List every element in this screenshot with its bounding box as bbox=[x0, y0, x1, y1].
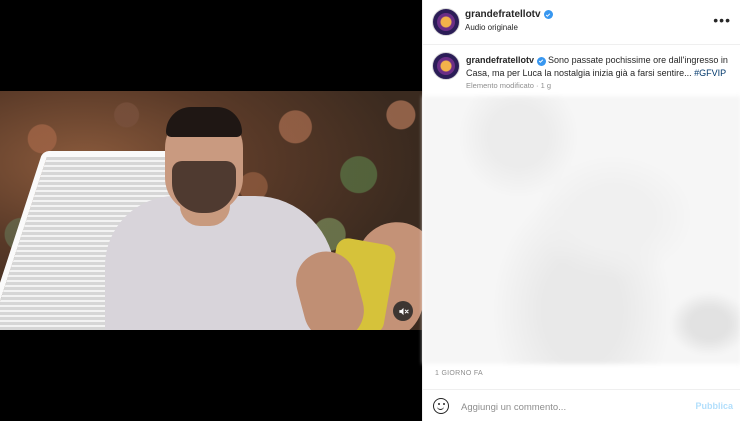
post-side-panel: grandefratellotv Audio originale ••• gra… bbox=[422, 0, 740, 421]
hashtag-link[interactable]: #GFVIP bbox=[694, 68, 726, 78]
publish-button[interactable]: Pubblica bbox=[695, 401, 733, 411]
comment-composer: Pubblica bbox=[423, 389, 740, 422]
caption-meta: Elemento modificato · 1 g bbox=[466, 81, 552, 90]
avatar-logo bbox=[437, 13, 455, 31]
header-username-row: grandefratellotv bbox=[465, 9, 553, 20]
verified-badge-icon bbox=[543, 10, 553, 19]
emoji-mouth bbox=[437, 406, 444, 410]
more-horizontal-icon: ••• bbox=[713, 12, 731, 28]
mute-button[interactable] bbox=[393, 301, 413, 321]
more-options-button[interactable]: ••• bbox=[713, 12, 731, 28]
caption-username-link[interactable]: grandefratellotv bbox=[466, 55, 534, 65]
avatar[interactable] bbox=[432, 8, 460, 36]
post-timestamp[interactable]: 1 GIORNO FA bbox=[435, 370, 483, 377]
caption-avatar[interactable] bbox=[432, 52, 460, 80]
media-pane bbox=[0, 0, 422, 421]
header-username-link[interactable]: grandefratellotv bbox=[465, 9, 541, 20]
emoji-smile-icon[interactable] bbox=[433, 398, 449, 414]
avatar-logo bbox=[437, 57, 455, 75]
video-person-hair bbox=[166, 107, 242, 137]
caption-text: grandefratellotv Sono passate pochissime… bbox=[466, 54, 732, 80]
video-player[interactable] bbox=[0, 91, 422, 330]
verified-badge-icon bbox=[536, 56, 546, 66]
speaker-muted-icon bbox=[398, 307, 409, 315]
comments-list-blurred bbox=[423, 96, 740, 364]
post-header: grandefratellotv Audio originale ••• bbox=[423, 0, 740, 45]
comment-input[interactable] bbox=[459, 398, 683, 416]
post-viewer: grandefratellotv Audio originale ••• gra… bbox=[0, 0, 740, 421]
audio-link[interactable]: Audio originale bbox=[465, 23, 518, 32]
